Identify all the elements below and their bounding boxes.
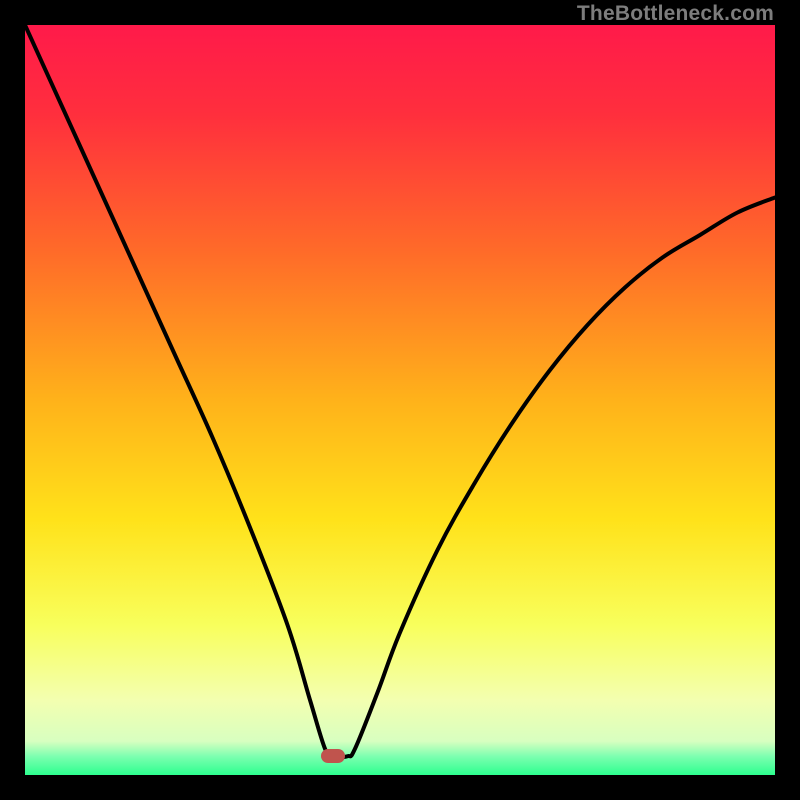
watermark-text: TheBottleneck.com — [577, 2, 774, 26]
bottleneck-curve — [25, 25, 775, 775]
plot-area — [25, 25, 775, 775]
optimum-marker — [321, 749, 345, 763]
chart-frame: TheBottleneck.com — [0, 0, 800, 800]
